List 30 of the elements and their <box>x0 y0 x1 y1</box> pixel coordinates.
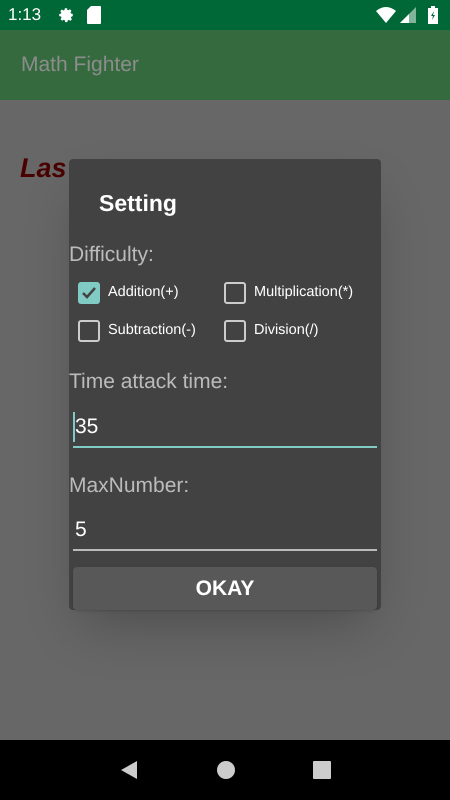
checkbox[interactable] <box>224 320 246 342</box>
status-time: 1:13 <box>8 4 42 26</box>
difficulty-label: Difficulty: <box>69 242 154 268</box>
okay-button[interactable]: OKAY <box>73 567 377 610</box>
option-label: Division(/) <box>254 321 318 340</box>
back-icon[interactable] <box>118 760 139 780</box>
score-text: Las <box>20 153 67 183</box>
wifi-icon <box>376 7 396 23</box>
text-cursor <box>73 412 75 442</box>
recents-icon[interactable] <box>313 761 332 779</box>
checkbox[interactable] <box>224 282 246 304</box>
gear-icon <box>57 6 76 24</box>
signal-icon <box>400 7 416 23</box>
input-field[interactable]: 5 <box>73 511 377 551</box>
field-label: MaxNumber: <box>69 472 190 498</box>
checkmark-icon <box>81 285 97 301</box>
field-label: Time attack time: <box>69 369 228 395</box>
checkbox[interactable] <box>78 282 100 304</box>
checkbox[interactable] <box>78 320 100 342</box>
home-icon[interactable] <box>216 760 236 780</box>
option-label: Addition(+) <box>108 283 179 302</box>
sd-card-icon <box>87 6 102 24</box>
input-field[interactable]: 35 <box>73 408 377 448</box>
option-label: Multiplication(*) <box>254 283 354 302</box>
option-label: Subtraction(-) <box>108 321 196 340</box>
field-value: 5 <box>75 517 87 544</box>
app-title: Math Fighter <box>21 52 139 78</box>
dialog-title: Setting <box>99 189 177 218</box>
field-value: 35 <box>75 414 98 440</box>
battery-icon <box>428 6 438 24</box>
